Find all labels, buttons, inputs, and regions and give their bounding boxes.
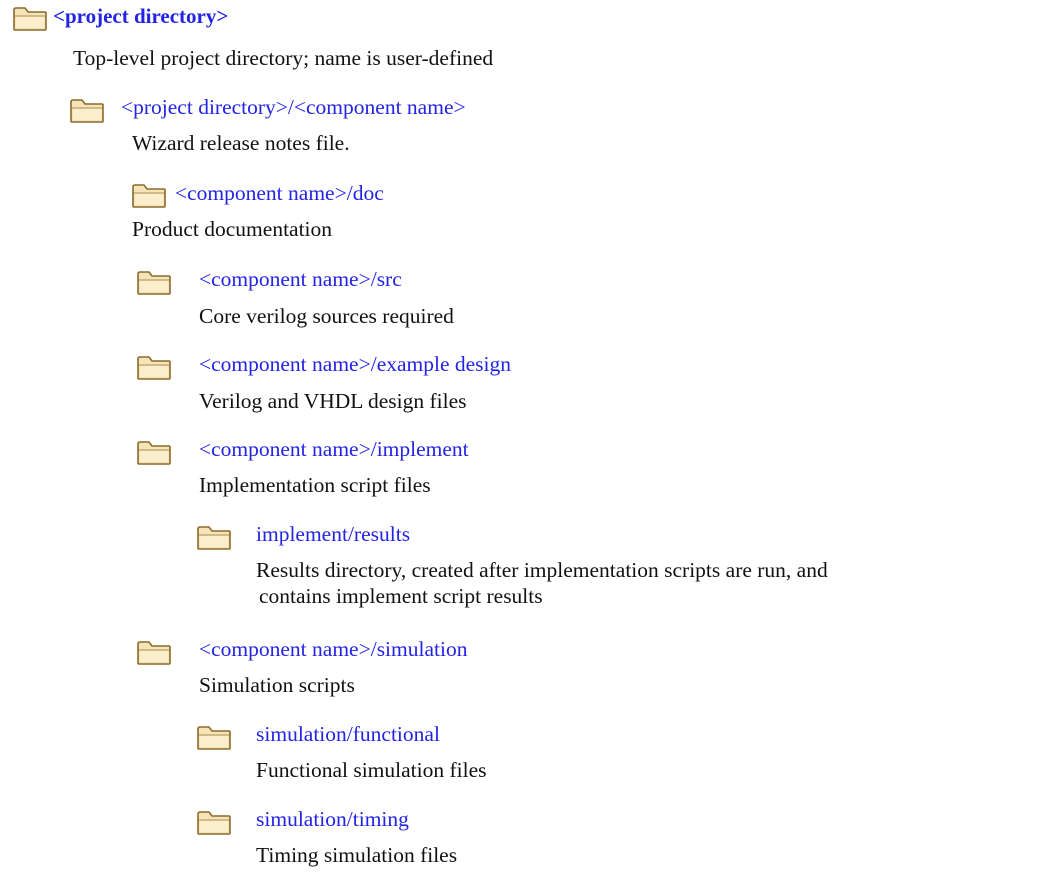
folder-icon <box>136 440 172 466</box>
folder-icon <box>196 725 232 751</box>
project-directory-link[interactable]: <project directory> <box>53 3 228 29</box>
folder-icon <box>196 810 232 836</box>
simulation-functional-link[interactable]: simulation/functional <box>256 721 440 747</box>
project-directory-description: Top-level project directory; name is use… <box>73 46 494 70</box>
doc-link[interactable]: <component name>/doc <box>175 180 384 206</box>
example-design-description: Verilog and VHDL design files <box>199 389 467 413</box>
simulation-timing-description: Timing simulation files <box>256 843 458 867</box>
folder-icon <box>131 183 167 209</box>
folder-icon <box>136 355 172 381</box>
folder-icon <box>69 98 105 124</box>
example-design-link[interactable]: <component name>/example design <box>199 351 511 377</box>
folder-icon <box>136 270 172 296</box>
implement-results-link[interactable]: implement/results <box>256 521 410 547</box>
simulation-functional-description: Functional simulation files <box>256 758 487 782</box>
implement-results-description: Results directory, created after impleme… <box>256 558 828 608</box>
src-link[interactable]: <component name>/src <box>199 266 402 292</box>
simulation-description: Simulation scripts <box>199 673 355 697</box>
simulation-link[interactable]: <component name>/simulation <box>199 636 467 662</box>
src-description: Core verilog sources required <box>199 304 454 328</box>
folder-icon <box>12 6 48 32</box>
folder-icon <box>136 640 172 666</box>
implement-link[interactable]: <component name>/implement <box>199 436 469 462</box>
implement-description: Implementation script files <box>199 473 431 497</box>
component-name-description: Wizard release notes file. <box>132 131 350 155</box>
component-name-link[interactable]: <project directory>/<component name> <box>121 94 466 120</box>
simulation-timing-link[interactable]: simulation/timing <box>256 806 409 832</box>
folder-icon <box>196 525 232 551</box>
doc-description: Product documentation <box>132 217 333 241</box>
